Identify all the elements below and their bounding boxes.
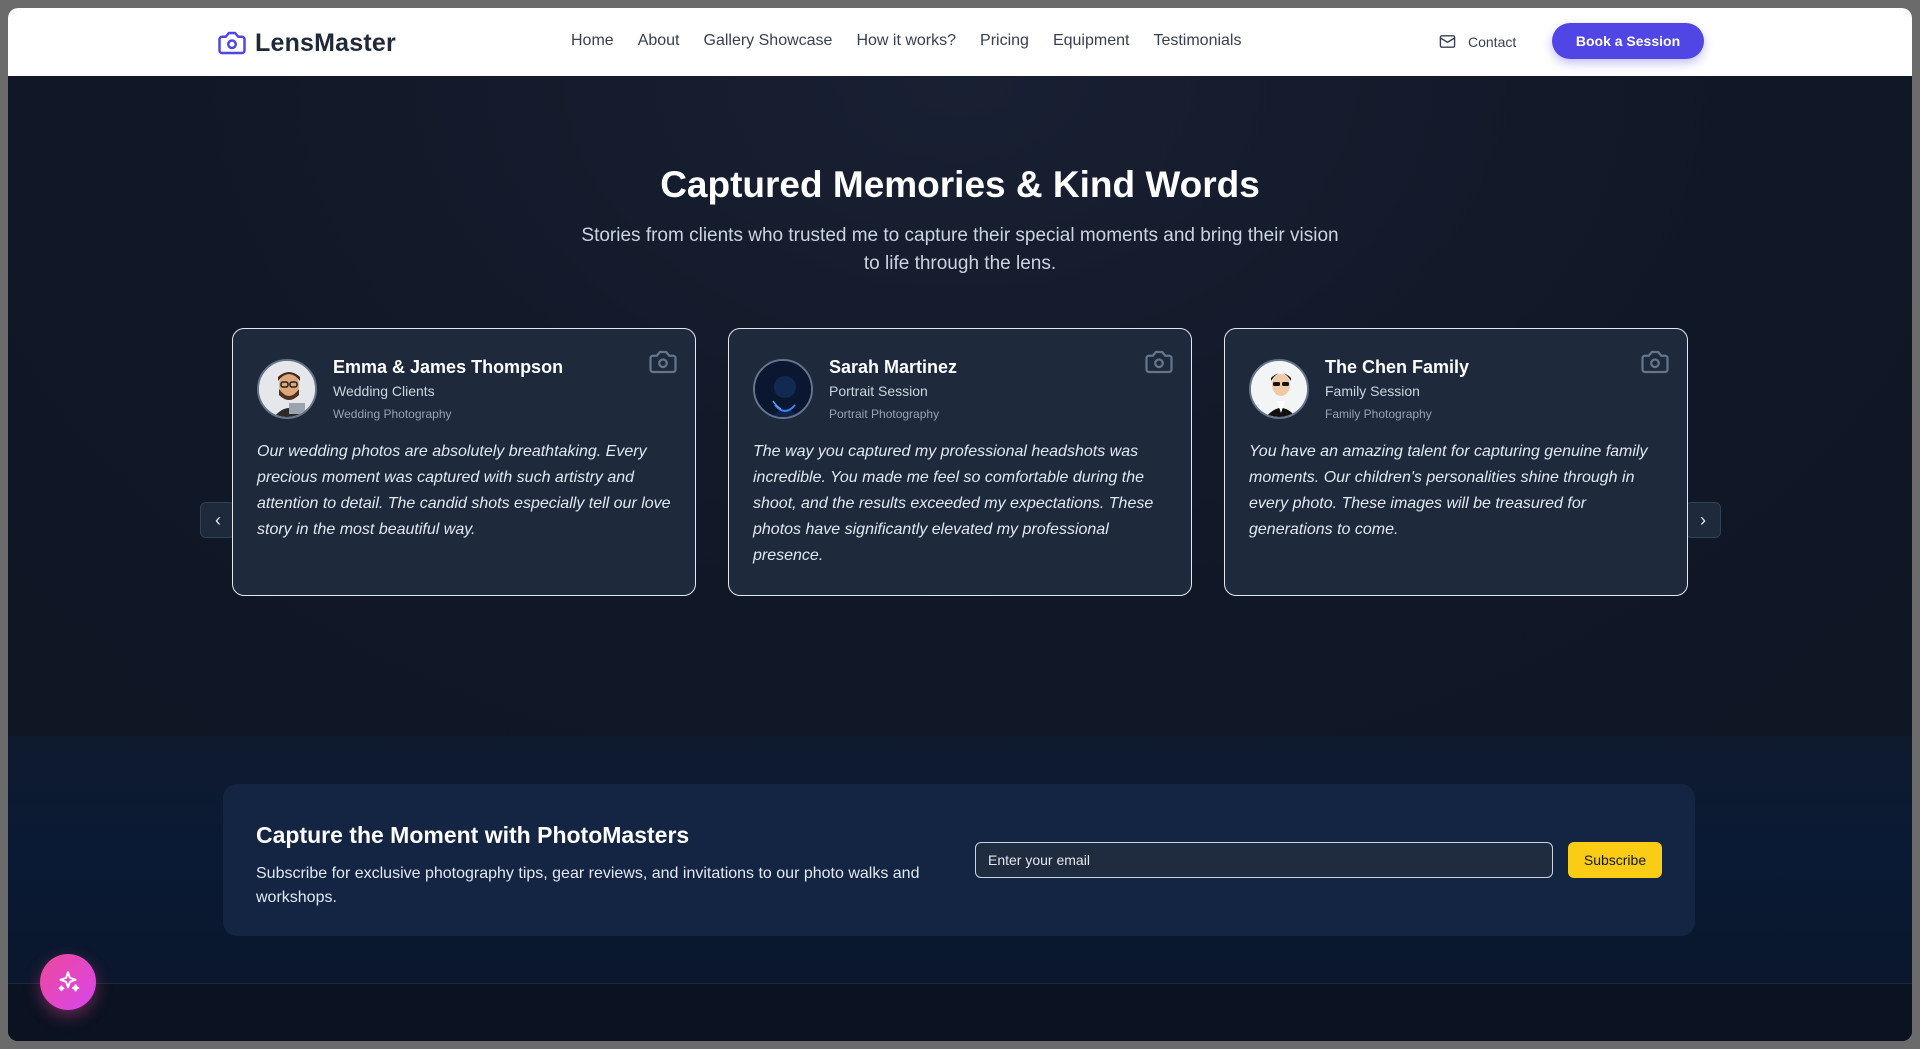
newsletter-description: Subscribe for exclusive photography tips… (256, 865, 920, 906)
nav-item-testimonials[interactable]: Testimonials (1153, 32, 1241, 50)
session-type: Portrait Photography (829, 407, 940, 421)
section-title: Captured Memories & Kind Words (660, 164, 1260, 205)
session-type: Wedding Photography (333, 407, 452, 421)
nav-item-equipment[interactable]: Equipment (1053, 32, 1130, 50)
testimonial-card: Emma & James Thompson Wedding Clients We… (232, 328, 696, 596)
nav-item-gallery-showcase[interactable]: Gallery Showcase (704, 32, 833, 50)
prev-button[interactable]: ‹ (200, 502, 236, 538)
contact-link[interactable]: Contact (1439, 33, 1516, 50)
session-type: Family Photography (1325, 407, 1432, 421)
top-nav: LensMaster Home About Gallery Showcase H… (8, 8, 1912, 76)
next-button[interactable]: › (1685, 502, 1721, 538)
client-role: Wedding Clients (333, 383, 435, 399)
newsletter-title: Capture the Moment with PhotoMasters (256, 822, 690, 848)
client-name: Emma & James Thompson (333, 357, 564, 377)
client-role: Family Session (1325, 383, 1420, 399)
contact-label: Contact (1468, 33, 1517, 50)
camera-icon (649, 350, 677, 374)
main-menu: Home About Gallery Showcase How it works… (571, 32, 1265, 50)
testimonial-quote: You have an amazing talent for capturing… (1249, 443, 1648, 538)
avatar (1249, 359, 1309, 419)
camera-icon (1145, 350, 1173, 374)
brand-name: LensMaster (255, 28, 396, 57)
chevron-left-icon: ‹ (215, 509, 221, 530)
nav-item-about[interactable]: About (638, 32, 680, 50)
section-subtitle: Stories from clients who trusted me to c… (581, 225, 1339, 274)
nav-item-home[interactable]: Home (571, 32, 614, 50)
ai-assistant-button[interactable] (40, 954, 96, 1010)
camera-icon (1641, 350, 1669, 374)
client-name: The Chen Family (1325, 357, 1470, 377)
email-input[interactable] (975, 842, 1553, 878)
nav-item-how-it-works[interactable]: How it works? (856, 32, 956, 50)
camera-icon (218, 31, 246, 55)
nav-item-pricing[interactable]: Pricing (980, 32, 1029, 50)
brand-logo[interactable]: LensMaster (217, 28, 396, 58)
client-name: Sarah Martinez (829, 357, 958, 377)
chevron-right-icon: › (1700, 509, 1706, 530)
mail-icon (1439, 35, 1456, 48)
avatar (257, 359, 317, 419)
book-session-button[interactable]: Book a Session (1552, 23, 1704, 59)
client-role: Portrait Session (829, 383, 928, 399)
browser-frame: LensMaster Home About Gallery Showcase H… (8, 8, 1912, 1041)
testimonial-quote: The way you captured my professional hea… (753, 443, 1154, 564)
sparkles-icon (58, 971, 80, 992)
subscribe-button[interactable]: Subscribe (1568, 842, 1662, 878)
avatar (753, 359, 813, 419)
newsletter-panel: Capture the Moment with PhotoMasters Sub… (223, 784, 1695, 936)
testimonial-card: Sarah Martinez Portrait Session Portrait… (728, 328, 1192, 596)
testimonial-quote: Our wedding photos are absolutely breath… (257, 443, 671, 538)
testimonial-card: The Chen Family Family Session Family Ph… (1224, 328, 1688, 596)
footer (8, 984, 1912, 1041)
